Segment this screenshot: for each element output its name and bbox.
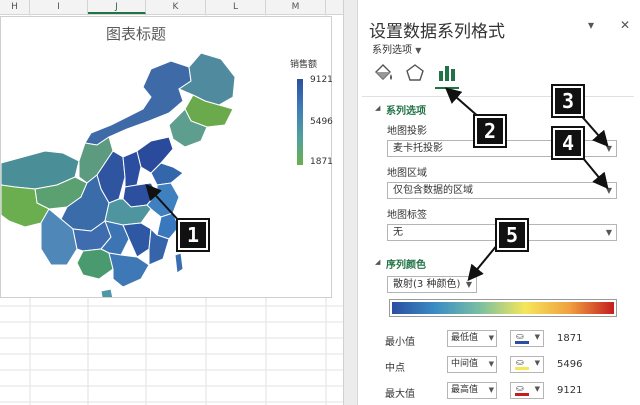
series-options-dropdown-label: 系列选项 — [372, 45, 412, 56]
region-hainan[interactable] — [100, 288, 114, 297]
callout-badge-4: 4 — [551, 126, 585, 160]
midpoint-color-swatch — [515, 367, 529, 370]
min-color-swatch — [515, 341, 529, 344]
min-type-value: 最低值 — [451, 333, 479, 343]
format-data-series-pane: 设置数据系列格式 ▾ ✕ 系列选项 ▼ ◢ 系列选项 地图投影 麦卡托投影 ▼ … — [343, 0, 640, 405]
region-guangxi[interactable] — [76, 248, 114, 280]
chevron-down-icon: ▼ — [605, 186, 612, 195]
max-type-value: 最高值 — [451, 385, 479, 395]
chevron-down-icon: ▼ — [534, 359, 540, 367]
min-value-label: 最小值 — [385, 337, 415, 348]
map-labels-label: 地图标签 — [387, 210, 427, 221]
collapse-triangle-icon[interactable]: ◢ — [375, 258, 380, 266]
chevron-down-icon: ▼ — [534, 385, 540, 393]
bar-chart-icon[interactable] — [436, 62, 458, 84]
color-scheme-value: 散射(3 种颜色) — [393, 279, 461, 290]
chevron-down-icon: ▼ — [605, 228, 612, 237]
max-type-select[interactable]: 最高值 ▼ — [447, 382, 497, 399]
column-header-i[interactable]: I — [30, 0, 88, 14]
series-options-dropdown[interactable]: 系列选项 ▼ — [372, 41, 421, 56]
pane-scrollbar[interactable] — [344, 0, 358, 405]
midpoint-type-select[interactable]: 中间值 ▼ — [447, 356, 497, 373]
midpoint-type-value: 中间值 — [451, 359, 479, 369]
paint-bucket-icon[interactable] — [372, 62, 394, 84]
map-projection-label: 地图投影 — [387, 126, 427, 137]
legend-title: 销售额 — [290, 60, 318, 70]
pentagon-icon[interactable] — [404, 62, 426, 84]
max-color-button[interactable]: ⛀ ▼ — [510, 382, 544, 399]
midpoint-value[interactable]: 5496 — [557, 359, 582, 370]
column-header-l[interactable]: L — [206, 0, 266, 14]
spreadsheet-area[interactable]: H I J K L M 图表标题 销售额 9121 5496 1871 — [0, 0, 343, 405]
callout-badge-5: 5 — [495, 218, 529, 252]
chevron-down-icon: ▼ — [465, 280, 472, 289]
map-area-select[interactable]: 仅包含数据的区域 ▼ — [387, 182, 617, 199]
active-tab-indicator — [435, 87, 459, 89]
column-header-j[interactable]: J — [88, 0, 146, 14]
chevron-down-icon[interactable]: ▾ — [588, 18, 594, 32]
max-value[interactable]: 9121 — [557, 385, 582, 396]
column-header-bar: H I J K L M — [0, 0, 343, 15]
column-header-m[interactable]: M — [266, 0, 326, 14]
midpoint-label: 中点 — [385, 363, 405, 374]
legend-mid-value: 5496 — [310, 117, 333, 127]
chevron-down-icon: ▼ — [605, 144, 612, 153]
section-series-color[interactable]: 序列颜色 — [386, 256, 426, 271]
chevron-down-icon: ▼ — [534, 333, 540, 341]
column-header-h[interactable]: H — [0, 0, 30, 14]
map-labels-value: 无 — [393, 227, 403, 238]
callout-badge-3: 3 — [551, 84, 585, 118]
chevron-down-icon: ▼ — [488, 360, 494, 368]
china-map[interactable] — [1, 17, 331, 297]
region-guangdong[interactable] — [108, 252, 150, 288]
section-series-options[interactable]: 系列选项 — [386, 102, 426, 117]
region-taiwan[interactable] — [174, 252, 184, 274]
legend-min-value: 1871 — [310, 157, 333, 167]
map-area-value: 仅包含数据的区域 — [393, 185, 473, 196]
min-type-select[interactable]: 最低值 ▼ — [447, 330, 497, 347]
gradient-bar — [392, 302, 614, 314]
chevron-down-icon: ▼ — [415, 46, 422, 55]
legend-max-value: 9121 — [310, 75, 333, 85]
close-icon[interactable]: ✕ — [620, 18, 630, 32]
collapse-triangle-icon[interactable]: ◢ — [375, 104, 380, 112]
pane-divider — [362, 96, 634, 97]
midpoint-color-button[interactable]: ⛀ ▼ — [510, 356, 544, 373]
callout-badge-2: 2 — [473, 114, 507, 148]
max-value-label: 最大值 — [385, 389, 415, 400]
color-scheme-select[interactable]: 散射(3 种颜色) ▼ — [387, 276, 477, 293]
map-chart[interactable]: 图表标题 销售额 9121 5496 1871 — [0, 16, 333, 298]
color-gradient-preview — [389, 299, 617, 317]
max-color-swatch — [515, 393, 529, 396]
column-header-k[interactable]: K — [146, 0, 206, 14]
map-area-label: 地图区域 — [387, 168, 427, 179]
map-projection-value: 麦卡托投影 — [393, 143, 443, 154]
legend-color-scale — [297, 79, 303, 165]
chevron-down-icon: ▼ — [488, 334, 494, 342]
min-color-button[interactable]: ⛀ ▼ — [510, 330, 544, 347]
callout-badge-1: 1 — [176, 218, 210, 252]
min-value[interactable]: 1871 — [557, 333, 582, 344]
pane-title: 设置数据系列格式 — [369, 22, 505, 42]
chevron-down-icon: ▼ — [488, 386, 494, 394]
